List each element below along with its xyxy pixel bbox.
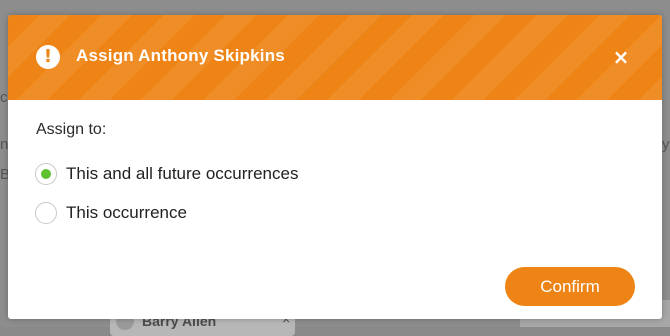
dialog-title: Assign Anthony Skipkins: [76, 46, 285, 65]
background-text-fragment: c: [0, 89, 8, 106]
exclamation-circle-icon: !: [36, 45, 60, 69]
dialog-header: ! Assign Anthony Skipkins ×: [8, 15, 662, 100]
background-text-fragment: y: [662, 136, 670, 153]
radio-button[interactable]: [35, 202, 57, 224]
option-this-occurrence[interactable]: This occurrence: [35, 200, 187, 226]
option-label: This and all future occurrences: [66, 164, 299, 183]
assign-to-label: Assign to:: [36, 121, 107, 138]
close-button[interactable]: ×: [608, 44, 634, 70]
option-label: This occurrence: [66, 203, 187, 222]
assign-dialog: ! Assign Anthony Skipkins × Assign to: T…: [8, 15, 662, 319]
option-all-future-occurrences[interactable]: This and all future occurrences: [35, 161, 298, 187]
confirm-button[interactable]: Confirm: [505, 267, 635, 306]
radio-button-selected[interactable]: [35, 163, 57, 185]
